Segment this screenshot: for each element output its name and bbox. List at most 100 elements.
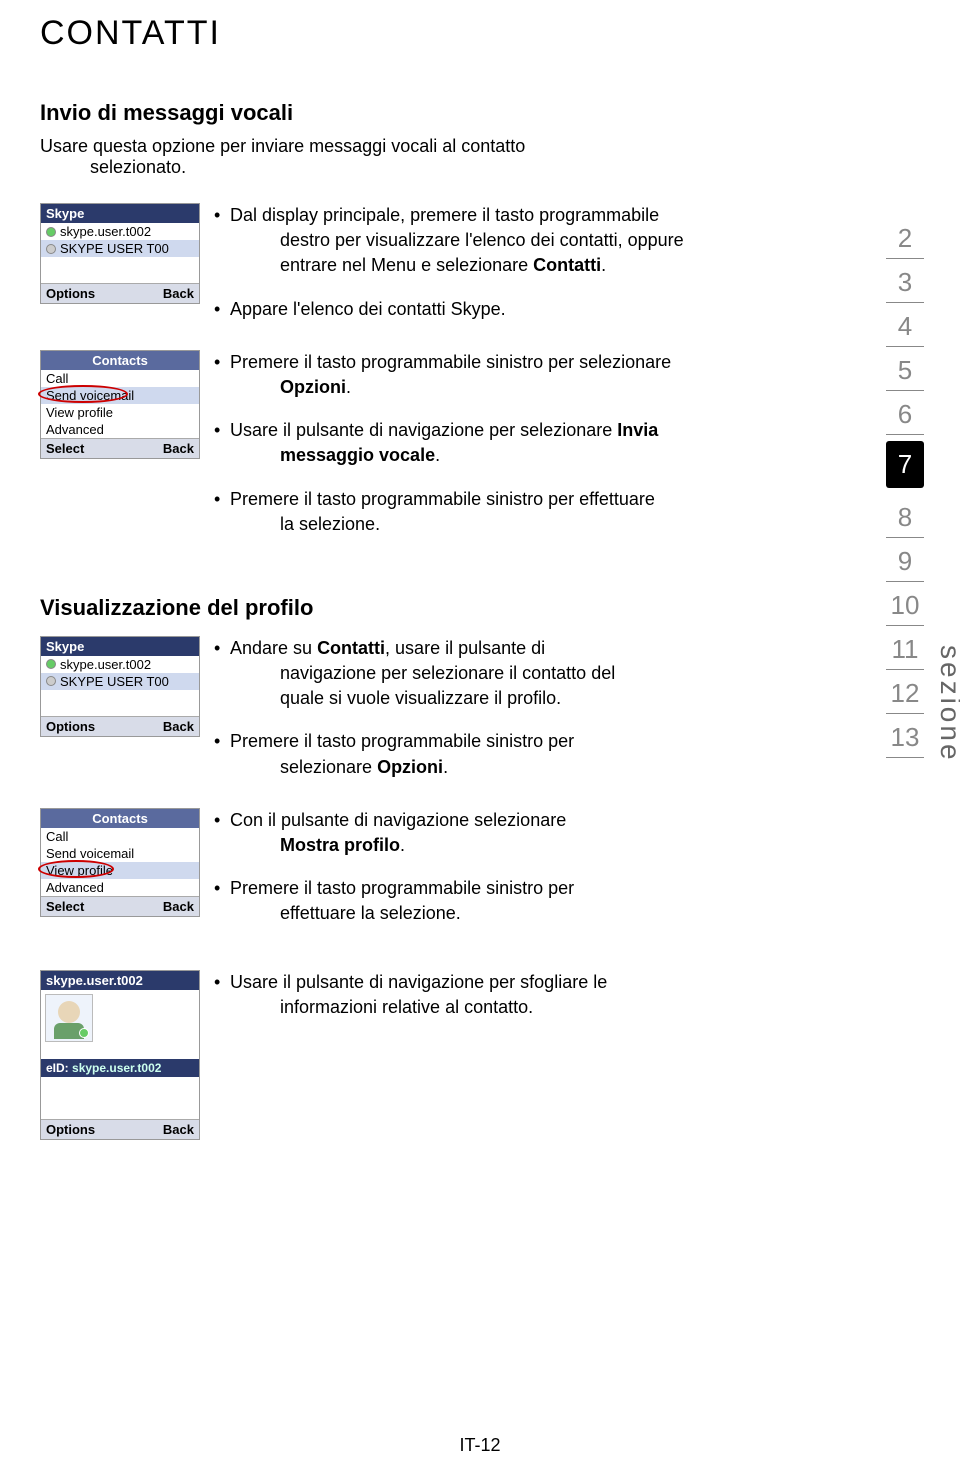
txt: entrare nel Menu e selezionare	[280, 255, 533, 275]
txt: quale si vuole visualizzare il profilo.	[230, 686, 800, 711]
section-tab-4[interactable]: 4	[886, 303, 924, 347]
phone-left-soft: Select	[46, 899, 84, 914]
section2-row3: skype.user.t002 eID: skype.user.t002	[40, 970, 800, 1146]
phone-footer: Options Back	[41, 283, 199, 303]
inst-item: Con il pulsante di navigazione seleziona…	[210, 808, 800, 858]
txt: la selezione.	[230, 512, 800, 537]
txt: destro per visualizzare l'elenco dei con…	[230, 228, 800, 253]
section2-instr3: Usare il pulsante di navigazione per sfo…	[210, 970, 800, 1038]
txt: Usare il pulsante di navigazione per sel…	[230, 420, 617, 440]
txt: Opzioni.	[230, 375, 800, 400]
status-online-icon	[46, 659, 56, 669]
inst-item: Premere il tasto programmabile sinistro …	[210, 729, 800, 779]
section-tab-7[interactable]: 7	[886, 441, 924, 488]
inst-item: Usare il pulsante di navigazione per sfo…	[210, 970, 800, 1020]
phone-footer: Select Back	[41, 896, 199, 916]
phone-right-soft: Back	[163, 899, 194, 914]
txt: skype.user.t002	[60, 657, 151, 672]
inst-item: Usare il pulsante di navigazione per sel…	[210, 418, 800, 468]
intro-line2: selezionato.	[40, 157, 186, 177]
section-tab-2[interactable]: 2	[886, 215, 924, 259]
phone-right-soft: Back	[163, 286, 194, 301]
section-tab-9[interactable]: 9	[886, 538, 924, 582]
bold: Mostra profilo	[280, 835, 400, 855]
phone-screen: Skype skype.user.t002 SKYPE USER T00 Opt…	[40, 203, 200, 304]
phone-contacts-1: Contacts Call Send voicemail View profil…	[40, 350, 210, 465]
section-tab-3[interactable]: 3	[886, 259, 924, 303]
phone-title: skype.user.t002	[41, 971, 199, 990]
txt: .	[435, 445, 440, 465]
section1-instr2: Premere il tasto programmabile sinistro …	[210, 350, 800, 555]
bold: Invia	[617, 420, 658, 440]
section2-instr2: Con il pulsante di navigazione seleziona…	[210, 808, 800, 945]
txt: selezionare	[280, 757, 377, 777]
txt: Premere il tasto programmabile sinistro …	[230, 878, 574, 898]
txt: .	[601, 255, 606, 275]
phone-user1-row: skype.user.t002	[41, 223, 199, 240]
section-tab-12[interactable]: 12	[886, 670, 924, 714]
vertical-label-sezione: sezione	[934, 645, 960, 763]
txt: Mostra profilo.	[230, 833, 800, 858]
phone-title: Contacts	[41, 351, 199, 370]
txt: SKYPE USER T00	[60, 674, 169, 689]
menu-call: Call	[41, 828, 199, 845]
phone-contacts-2: Contacts Call Send voicemail View profil…	[40, 808, 210, 923]
bold: messaggio vocale	[280, 445, 435, 465]
phone-screen: Skype skype.user.t002 SKYPE USER T00 Opt…	[40, 636, 200, 737]
phone-left-soft: Options	[46, 1122, 95, 1137]
phone-user2-row: SKYPE USER T00	[41, 240, 199, 257]
txt: Send voicemail	[46, 388, 134, 403]
txt: Andare su	[230, 638, 317, 658]
phone-left-soft: Options	[46, 286, 95, 301]
txt: Con il pulsante di navigazione seleziona…	[230, 810, 566, 830]
section1-instr1: Dal display principale, premere il tasto…	[210, 203, 800, 340]
section2-subtitle: Visualizzazione del profilo	[40, 595, 800, 621]
phone-right-soft: Back	[163, 719, 194, 734]
bold: Opzioni	[377, 757, 443, 777]
phone-right-soft: Back	[163, 441, 194, 456]
status-online-icon	[79, 1028, 89, 1038]
txt: Premere il tasto programmabile sinistro …	[230, 489, 655, 509]
phone-screen: skype.user.t002 eID: skype.user.t002	[40, 970, 200, 1140]
menu-send-voicemail: Send voicemail	[41, 845, 199, 862]
phone-title: Skype	[41, 204, 199, 223]
status-offline-icon	[46, 244, 56, 254]
phone-body: Call Send voicemail View profile Advance…	[41, 370, 199, 438]
section-tab-13[interactable]: 13	[886, 714, 924, 758]
section1-intro: Usare questa opzione per inviare messagg…	[40, 136, 800, 178]
section2-instr1: Andare su Contatti, usare il pulsante di…	[210, 636, 800, 798]
txt: Dal display principale, premere il tasto…	[230, 205, 659, 225]
phone-footer: Select Back	[41, 438, 199, 458]
avatar-head-icon	[58, 1001, 80, 1023]
txt: , usare il pulsante di	[385, 638, 545, 658]
phone-title: Contacts	[41, 809, 199, 828]
inst-item: Premere il tasto programmabile sinistro …	[210, 876, 800, 926]
section-tab-8[interactable]: 8	[886, 494, 924, 538]
txt: messaggio vocale.	[230, 443, 800, 468]
phone-footer: Options Back	[41, 716, 199, 736]
phone-user1-row: skype.user.t002	[41, 656, 199, 673]
txt: Premere il tasto programmabile sinistro …	[230, 352, 671, 372]
section-tab-5[interactable]: 5	[886, 347, 924, 391]
phone-profile: skype.user.t002 eID: skype.user.t002	[40, 970, 210, 1146]
phone-body: skype.user.t002 SKYPE USER T00	[41, 656, 199, 716]
txt: .	[346, 377, 351, 397]
phone-user1: skype.user.t002	[60, 224, 151, 239]
section-tab-10[interactable]: 10	[886, 582, 924, 626]
section-tab-11[interactable]: 11	[886, 626, 924, 670]
section-tab-6[interactable]: 6	[886, 391, 924, 435]
phone-title: Skype	[41, 637, 199, 656]
section2-row1: Skype skype.user.t002 SKYPE USER T00 Opt…	[40, 636, 800, 798]
inst-item: Premere il tasto programmabile sinistro …	[210, 487, 800, 537]
phone-skype-1: Skype skype.user.t002 SKYPE USER T00 Opt…	[40, 203, 210, 310]
inst-item: Appare l'elenco dei contatti Skype.	[210, 297, 800, 322]
phone-body	[41, 990, 199, 1059]
phone-left-soft: Options	[46, 719, 95, 734]
txt: navigazione per selezionare il contatto …	[230, 661, 800, 686]
phone-body: skype.user.t002 SKYPE USER T00	[41, 223, 199, 283]
phone-user2-row: SKYPE USER T00	[41, 673, 199, 690]
phone-footer: Options Back	[41, 1119, 199, 1139]
txt: entrare nel Menu e selezionare Contatti.	[230, 253, 800, 278]
main-content: Invio di messaggi vocali Usare questa op…	[40, 100, 800, 1156]
phone-left-soft: Select	[46, 441, 84, 456]
